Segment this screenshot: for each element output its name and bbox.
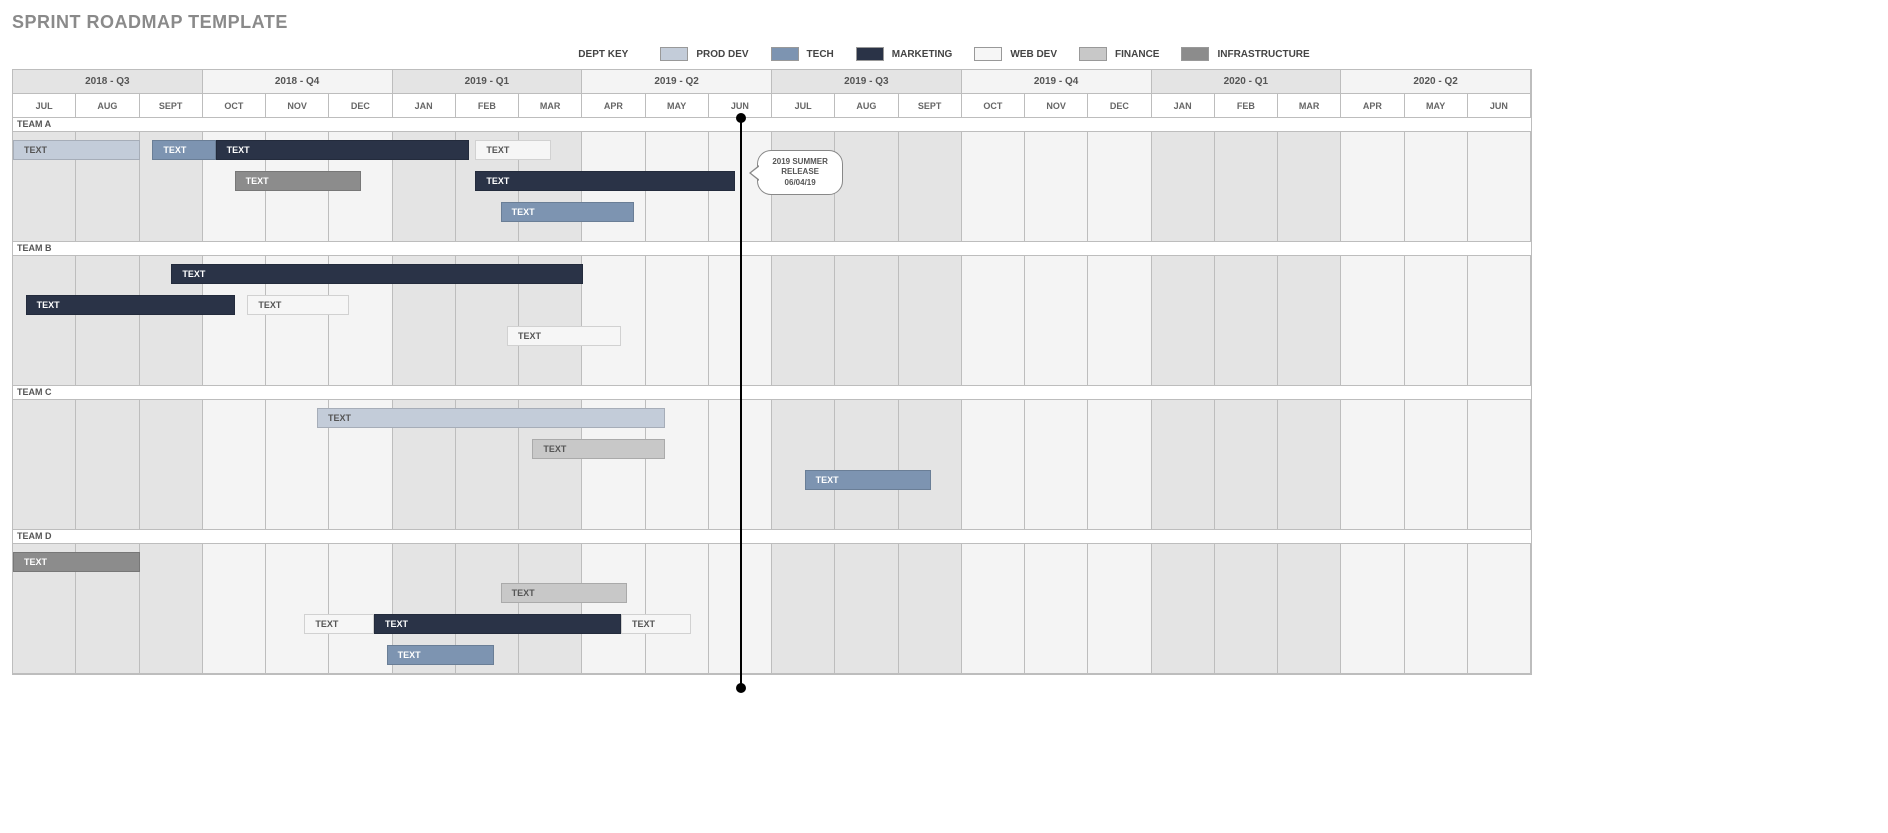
team-body: TEXT TEXT TEXT TEXT [13, 256, 1531, 386]
month-cell: OCT [203, 94, 266, 118]
legend-label: TECH [807, 49, 834, 60]
gantt-bar[interactable]: TEXT [475, 171, 735, 191]
team-label: TEAM D [13, 530, 1531, 544]
quarter-cell: 2020 - Q2 [1341, 70, 1531, 94]
milestone-callout: 2019 SUMMERRELEASE06/04/19 [757, 150, 843, 195]
month-cell: JUN [1468, 94, 1531, 118]
month-cell: AUG [76, 94, 139, 118]
gantt-bar[interactable]: TEXT [501, 583, 628, 603]
month-cell: OCT [962, 94, 1025, 118]
gantt-bar[interactable]: TEXT [13, 140, 140, 160]
gantt-bar[interactable]: TEXT [304, 614, 374, 634]
legend-key-label: DEPT KEY [578, 49, 628, 60]
legend-swatch [771, 47, 799, 61]
quarter-cell: 2019 - Q3 [772, 70, 962, 94]
gantt-bar[interactable]: TEXT [317, 408, 665, 428]
gantt-bar[interactable]: TEXT [387, 645, 495, 665]
marker-dot-icon [736, 683, 746, 693]
quarter-cell: 2019 - Q2 [582, 70, 772, 94]
month-cell: JUL [772, 94, 835, 118]
legend-item: TECH [771, 47, 834, 61]
gantt-bar[interactable]: TEXT [621, 614, 691, 634]
month-cell: JUL [13, 94, 76, 118]
month-cell: FEB [1215, 94, 1278, 118]
gantt-bar[interactable]: TEXT [152, 140, 215, 160]
legend-item: PROD DEV [660, 47, 748, 61]
legend-swatch [974, 47, 1002, 61]
legend-swatch [1079, 47, 1107, 61]
month-cell: APR [582, 94, 645, 118]
month-cell: SEPT [140, 94, 203, 118]
team-label: TEAM A [13, 118, 1531, 132]
legend: DEPT KEY PROD DEV TECH MARKETING WEB DEV FIN… [12, 47, 1876, 61]
legend-swatch [856, 47, 884, 61]
legend-label: MARKETING [892, 49, 953, 60]
legend-label: WEB DEV [1010, 49, 1057, 60]
legend-swatch [1181, 47, 1209, 61]
team-body: TEXTTEXTTEXTTEXTTEXTTEXT [13, 544, 1531, 674]
month-cell: JAN [393, 94, 456, 118]
legend-item: MARKETING [856, 47, 953, 61]
month-cell: JAN [1152, 94, 1215, 118]
legend-label: INFRASTRUCTURE [1217, 49, 1309, 60]
quarter-cell: 2019 - Q4 [962, 70, 1152, 94]
today-marker-line [740, 118, 742, 688]
gantt-bar[interactable]: TEXT [235, 171, 362, 191]
month-cell: FEB [456, 94, 519, 118]
legend-item: FINANCE [1079, 47, 1159, 61]
legend-label: PROD DEV [696, 49, 748, 60]
gantt-bar[interactable]: TEXT [171, 264, 583, 284]
gantt-bar[interactable]: TEXT [475, 140, 551, 160]
legend-swatch [660, 47, 688, 61]
legend-item: WEB DEV [974, 47, 1057, 61]
month-cell: DEC [1088, 94, 1151, 118]
legend-label: FINANCE [1115, 49, 1159, 60]
gantt-bar[interactable]: TEXT [805, 470, 932, 490]
month-header-row: JULAUGSEPTOCTNOVDECJANFEBMARAPRMAYJUNJUL… [13, 94, 1531, 118]
month-cell: SEPT [899, 94, 962, 118]
month-cell: APR [1341, 94, 1404, 118]
gantt-bar[interactable]: TEXT [26, 295, 235, 315]
month-cell: MAR [519, 94, 582, 118]
month-cell: NOV [1025, 94, 1088, 118]
gantt-bar[interactable]: TEXT [247, 295, 348, 315]
month-cell: MAY [646, 94, 709, 118]
team-label: TEAM C [13, 386, 1531, 400]
quarter-cell: 2020 - Q1 [1152, 70, 1342, 94]
gantt-bar[interactable]: TEXT [216, 140, 469, 160]
gantt-bar[interactable]: TEXT [501, 202, 634, 222]
month-cell: DEC [329, 94, 392, 118]
month-cell: MAY [1405, 94, 1468, 118]
month-cell: MAR [1278, 94, 1341, 118]
quarter-cell: 2018 - Q4 [203, 70, 393, 94]
roadmap-chart: 2018 - Q32018 - Q42019 - Q12019 - Q22019… [12, 69, 1532, 675]
month-cell: NOV [266, 94, 329, 118]
gantt-bar[interactable]: TEXT [532, 439, 665, 459]
quarter-cell: 2018 - Q3 [13, 70, 203, 94]
legend-item: INFRASTRUCTURE [1181, 47, 1309, 61]
gantt-bar[interactable]: TEXT [13, 552, 140, 572]
team-label: TEAM B [13, 242, 1531, 256]
gantt-bar[interactable]: TEXT [507, 326, 621, 346]
quarter-cell: 2019 - Q1 [393, 70, 583, 94]
team-body: TEXT TEXT TEXT [13, 400, 1531, 530]
quarter-header-row: 2018 - Q32018 - Q42019 - Q12019 - Q22019… [13, 70, 1531, 94]
gantt-bar[interactable]: TEXT [374, 614, 621, 634]
page-title: SPRINT ROADMAP TEMPLATE [12, 12, 1876, 33]
month-cell: AUG [835, 94, 898, 118]
